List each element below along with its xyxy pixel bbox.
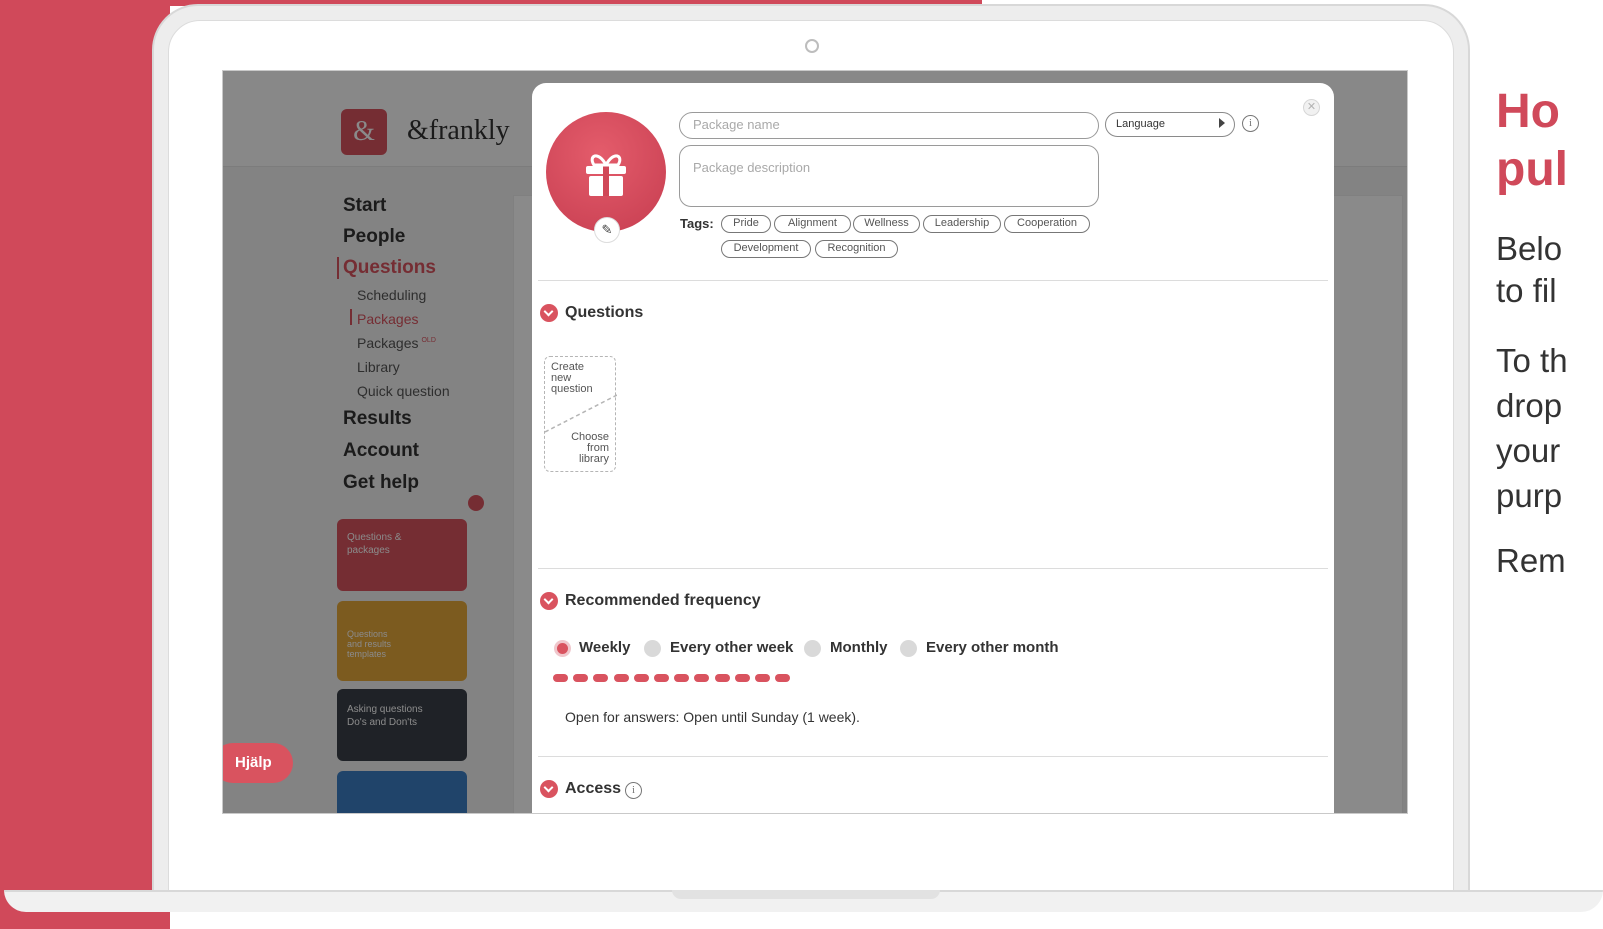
frequency-dash [755, 674, 770, 682]
slide-text: To th [1496, 342, 1568, 379]
chevron-down-icon[interactable] [540, 780, 558, 798]
frequency-dash [674, 674, 690, 682]
radio-label-every-other-week[interactable]: Every other week [670, 639, 793, 656]
slide-text: purp [1496, 477, 1563, 514]
frequency-dash [613, 674, 629, 682]
caret-right-icon [1219, 118, 1225, 128]
language-dropdown[interactable]: Language [1105, 112, 1235, 137]
radio-label-every-other-month[interactable]: Every other month [926, 639, 1059, 656]
edit-image-pencil-icon[interactable]: ✎ [594, 217, 620, 243]
package-editor-modal: ✎ Package name Language i ✕ Package desc… [532, 83, 1334, 813]
frequency-dash [573, 674, 589, 682]
tag-development[interactable]: Development [721, 240, 811, 258]
section-divider [538, 568, 1328, 569]
red-background-panel [0, 0, 170, 929]
close-icon[interactable]: ✕ [1303, 99, 1320, 116]
slide-text: your [1496, 432, 1561, 469]
laptop-notch [672, 890, 940, 899]
chevron-down-icon[interactable] [540, 592, 558, 610]
frequency-dash [633, 674, 649, 682]
slide-text: Rem [1496, 542, 1566, 579]
chevron-down-icon[interactable] [540, 304, 558, 322]
tag-wellness[interactable]: Wellness [853, 215, 920, 233]
slide-text: Belo [1496, 230, 1563, 267]
slide-title-line-2: pul [1496, 143, 1568, 196]
section-divider [538, 280, 1328, 281]
tag-cooperation[interactable]: Cooperation [1004, 215, 1090, 233]
radio-every-other-week[interactable] [644, 640, 661, 657]
info-icon[interactable]: i [625, 782, 642, 799]
frequency-dash [654, 674, 669, 682]
slide-text: to fil [1496, 272, 1557, 309]
gift-icon [586, 154, 626, 196]
question-card[interactable]: Create new question Choose from library [544, 356, 617, 472]
radio-every-other-month[interactable] [900, 640, 917, 657]
radio-monthly[interactable] [804, 640, 821, 657]
questions-section-title[interactable]: Questions [565, 304, 643, 322]
package-description-input[interactable]: Package description [679, 145, 1099, 207]
frequency-dash [553, 674, 568, 682]
radio-weekly[interactable] [554, 640, 571, 657]
language-label: Language [1116, 118, 1165, 130]
frequency-dash [593, 674, 609, 682]
laptop-screen: & &frankly Start People Questions Schedu… [222, 70, 1408, 814]
access-section-title[interactable]: Access [565, 780, 621, 798]
help-button[interactable]: ? Hjälp [223, 743, 293, 783]
create-new-question-button[interactable]: Create new question [551, 362, 597, 395]
tag-alignment[interactable]: Alignment [774, 215, 851, 233]
frequency-dash [714, 674, 730, 682]
frequency-dash [775, 674, 791, 682]
tag-pride[interactable]: Pride [721, 215, 771, 233]
package-name-input[interactable]: Package name [679, 112, 1099, 139]
package-image[interactable] [546, 112, 666, 232]
radio-label-monthly[interactable]: Monthly [830, 639, 888, 656]
slide-title-line-1: Ho [1496, 85, 1560, 138]
info-icon[interactable]: i [1242, 115, 1259, 132]
frequency-dash [734, 674, 750, 682]
tags-label: Tags: [680, 216, 714, 231]
radio-label-weekly[interactable]: Weekly [579, 639, 630, 656]
choose-from-library-button[interactable]: Choose from library [565, 432, 609, 465]
tag-recognition[interactable]: Recognition [815, 240, 898, 258]
frequency-dash [694, 674, 710, 682]
section-divider [538, 756, 1328, 757]
help-label: Hjälp [235, 754, 272, 771]
tag-leadership[interactable]: Leadership [923, 215, 1001, 233]
open-for-answers-text: Open for answers: Open until Sunday (1 w… [565, 709, 860, 725]
slide: & &frankly Start People Questions Schedu… [0, 0, 1603, 929]
camera-icon [805, 39, 819, 53]
slide-text: drop [1496, 387, 1563, 424]
frequency-section-title[interactable]: Recommended frequency [565, 592, 761, 610]
